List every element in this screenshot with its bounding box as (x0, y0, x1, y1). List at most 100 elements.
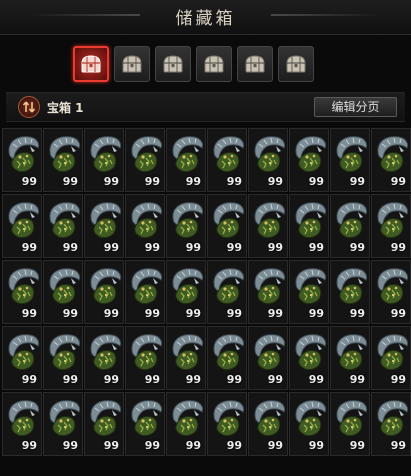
stash-slot[interactable]: 99 (166, 392, 206, 456)
stash-slot[interactable]: 99 (248, 194, 288, 258)
item-quantity: 99 (226, 307, 242, 320)
item-quantity: 99 (349, 439, 365, 452)
item-quantity: 99 (144, 307, 160, 320)
stash-slot[interactable]: 99 (248, 260, 288, 324)
stash-slot[interactable]: 99 (371, 392, 411, 456)
stash-slot[interactable]: 99 (330, 326, 370, 390)
monster-head-icon (336, 400, 368, 437)
monster-head-icon (8, 268, 40, 305)
stash-slot[interactable]: 99 (371, 260, 411, 324)
stash-slot[interactable]: 99 (125, 326, 165, 390)
stash-slot[interactable]: 99 (125, 194, 165, 258)
stash-slot[interactable]: 99 (166, 326, 206, 390)
monster-head-icon (213, 202, 245, 239)
monster-head-icon (336, 202, 368, 239)
stash-slot[interactable]: 99 (207, 326, 247, 390)
monster-head-icon (49, 268, 81, 305)
item-quantity: 99 (185, 241, 201, 254)
chest-icon (204, 55, 224, 73)
stash-slot[interactable]: 99 (125, 128, 165, 192)
monster-head-icon (254, 202, 286, 239)
stash-slot[interactable]: 99 (84, 260, 124, 324)
stash-tab-1[interactable] (73, 46, 109, 82)
monster-head-icon (8, 400, 40, 437)
monster-head-icon (213, 136, 245, 173)
monster-head-icon (377, 202, 409, 239)
monster-head-icon (336, 136, 368, 173)
item-quantity: 99 (308, 439, 324, 452)
monster-head-icon (172, 202, 204, 239)
stash-slot[interactable]: 99 (43, 392, 83, 456)
stash-slot[interactable]: 99 (330, 392, 370, 456)
monster-head-icon (172, 334, 204, 371)
stash-slot[interactable]: 99 (248, 326, 288, 390)
stash-slot[interactable]: 99 (166, 128, 206, 192)
monster-head-icon (295, 334, 327, 371)
stash-slot[interactable]: 99 (248, 128, 288, 192)
item-quantity: 99 (144, 439, 160, 452)
stash-tab-4[interactable] (196, 46, 232, 82)
item-quantity: 99 (185, 439, 201, 452)
stash-tab-6[interactable] (278, 46, 314, 82)
stash-slot[interactable]: 99 (2, 128, 42, 192)
monster-head-icon (131, 268, 163, 305)
stash-slot[interactable]: 99 (43, 326, 83, 390)
stash-grid: 99 99 99 99 99 99 99 99 99 99 99 99 99 9… (2, 128, 411, 456)
stash-slot[interactable]: 99 (84, 392, 124, 456)
sort-arrows-icon[interactable] (18, 96, 40, 118)
item-quantity: 99 (62, 439, 78, 452)
chest-icon (163, 55, 183, 73)
stash-slot[interactable]: 99 (289, 260, 329, 324)
stash-slot[interactable]: 99 (207, 260, 247, 324)
stash-slot[interactable]: 99 (2, 194, 42, 258)
stash-slot[interactable]: 99 (289, 128, 329, 192)
stash-slot[interactable]: 99 (166, 194, 206, 258)
item-quantity: 99 (349, 373, 365, 386)
item-quantity: 99 (308, 373, 324, 386)
window-header: 储藏箱 (0, 0, 411, 35)
item-quantity: 99 (267, 175, 283, 188)
stash-slot[interactable]: 99 (371, 194, 411, 258)
stash-slot[interactable]: 99 (330, 194, 370, 258)
stash-slot[interactable]: 99 (207, 128, 247, 192)
item-quantity: 99 (21, 175, 37, 188)
stash-slot[interactable]: 99 (207, 194, 247, 258)
stash-slot[interactable]: 99 (207, 392, 247, 456)
item-quantity: 99 (144, 175, 160, 188)
item-quantity: 99 (267, 241, 283, 254)
stash-slot[interactable]: 99 (84, 194, 124, 258)
stash-slot[interactable]: 99 (43, 194, 83, 258)
stash-slot[interactable]: 99 (166, 260, 206, 324)
stash-slot[interactable]: 99 (371, 128, 411, 192)
stash-slot[interactable]: 99 (248, 392, 288, 456)
stash-slot[interactable]: 99 (84, 128, 124, 192)
stash-slot[interactable]: 99 (289, 326, 329, 390)
monster-head-icon (295, 400, 327, 437)
stash-tab-3[interactable] (155, 46, 191, 82)
item-quantity: 99 (21, 307, 37, 320)
stash-slot[interactable]: 99 (2, 326, 42, 390)
window-title: 储藏箱 (175, 9, 236, 29)
stash-tab-2[interactable] (114, 46, 150, 82)
stash-slot[interactable]: 99 (84, 326, 124, 390)
edit-page-button[interactable]: 编辑分页 (314, 97, 397, 117)
item-quantity: 99 (62, 175, 78, 188)
stash-slot[interactable]: 99 (289, 194, 329, 258)
stash-slot[interactable]: 99 (43, 128, 83, 192)
stash-tab-5[interactable] (237, 46, 273, 82)
stash-slot[interactable]: 99 (125, 392, 165, 456)
item-quantity: 99 (390, 175, 406, 188)
stash-slot[interactable]: 99 (2, 392, 42, 456)
monster-head-icon (295, 202, 327, 239)
item-quantity: 99 (21, 439, 37, 452)
stash-slot[interactable]: 99 (330, 128, 370, 192)
stash-slot[interactable]: 99 (289, 392, 329, 456)
stash-slot[interactable]: 99 (2, 260, 42, 324)
stash-slot[interactable]: 99 (125, 260, 165, 324)
stash-slot[interactable]: 99 (330, 260, 370, 324)
item-quantity: 99 (390, 439, 406, 452)
item-quantity: 99 (21, 241, 37, 254)
stash-slot[interactable]: 99 (371, 326, 411, 390)
monster-head-icon (213, 334, 245, 371)
stash-slot[interactable]: 99 (43, 260, 83, 324)
